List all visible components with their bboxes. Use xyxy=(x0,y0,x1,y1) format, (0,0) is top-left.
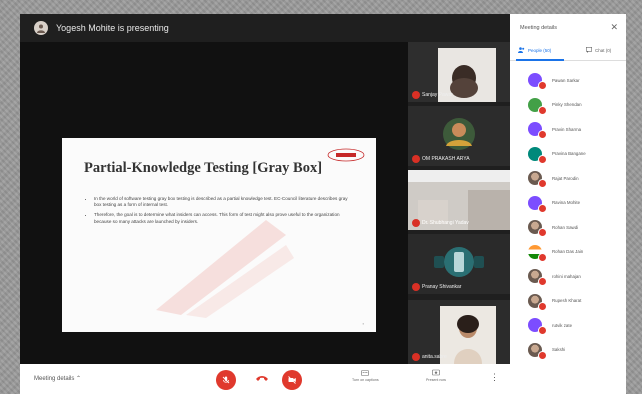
mic-off-icon xyxy=(538,326,547,335)
mic-off-icon xyxy=(222,376,230,384)
captions-label: Turn on captions xyxy=(352,378,379,382)
participant-tiles: Sanjay Pawar OM PRAKASH ARYA Dr. Shubhan… xyxy=(408,42,510,364)
mic-off-icon xyxy=(538,301,547,311)
presenter-avatar xyxy=(34,21,48,35)
list-item[interactable]: Pravina Bangane xyxy=(510,142,626,167)
list-item[interactable]: Pinky Shendan xyxy=(510,93,626,118)
slide-body: In the world of software testing gray bo… xyxy=(86,196,356,229)
participant-name: Pravina Bangane xyxy=(552,151,586,157)
mic-off-icon xyxy=(538,154,547,164)
captions-button[interactable]: Turn on captions xyxy=(352,369,379,382)
mic-off-icon xyxy=(538,179,547,188)
tile-name: Pranay Shivankar xyxy=(422,284,462,290)
mic-off-icon xyxy=(538,277,547,286)
participant-name: rutvik zate xyxy=(552,322,573,328)
presentation-stage: Partial-Knowledge Testing [Gray Box] In … xyxy=(20,42,408,364)
mic-off-icon xyxy=(538,81,547,90)
more-options-icon[interactable]: ⋮ xyxy=(490,372,499,383)
tile-name: Dr. Shubhangi Yadav xyxy=(422,220,469,226)
meeting-details-panel: Meeting details ✕ People (50) Chat (0) P… xyxy=(510,14,626,394)
tab-people-label: People (50) xyxy=(528,47,552,53)
present-now-button[interactable]: Present now xyxy=(426,369,446,382)
list-item[interactable]: Rohan Sawdi xyxy=(510,215,626,240)
mic-off-icon xyxy=(412,353,420,361)
captions-icon xyxy=(361,370,370,376)
mic-off-icon xyxy=(538,252,547,262)
mic-off-icon xyxy=(538,203,547,213)
mic-off-icon xyxy=(538,105,547,115)
tile-name: Sanjay Pawar xyxy=(422,92,453,98)
participant-name: Rupesh Kharat xyxy=(552,298,582,304)
tab-chat-label: Chat (0) xyxy=(595,47,612,53)
people-list: Pawan Sarkar Pinky Shendan Pravin Sharma… xyxy=(510,68,626,362)
presenting-text: Yogesh Mohite is presenting xyxy=(56,23,169,33)
participant-tile[interactable]: Pranay Shivankar xyxy=(408,234,510,294)
list-item[interactable]: Rajat Parodin xyxy=(510,166,626,191)
participant-name: Ravina Mohite xyxy=(552,200,581,206)
mic-off-icon xyxy=(538,350,547,360)
list-item[interactable]: Rupesh Kharat xyxy=(510,289,626,314)
chat-icon xyxy=(586,47,592,53)
present-icon xyxy=(432,369,440,376)
camera-toggle-button[interactable] xyxy=(282,370,302,390)
mic-off-icon xyxy=(412,283,420,291)
present-now-label: Present now xyxy=(426,378,446,382)
participant-name: Rohan Das Jain xyxy=(552,249,584,255)
participant-name: Sakshi xyxy=(552,347,566,353)
list-item[interactable]: Pawan Sarkar xyxy=(510,68,626,93)
mic-off-icon xyxy=(412,155,420,163)
presenting-banner: Yogesh Mohite is presenting xyxy=(20,14,524,42)
tab-people[interactable]: People (50) xyxy=(518,47,551,53)
list-item[interactable]: Sakshi xyxy=(510,338,626,363)
participant-tile[interactable]: Sanjay Pawar xyxy=(408,42,510,102)
list-item[interactable]: Rohan Das Jain xyxy=(510,240,626,265)
end-call-icon[interactable] xyxy=(255,373,269,383)
tile-name: OM PRAKASH ARYA xyxy=(422,156,470,162)
slide-bullet: Therefore, the goal is to determine what… xyxy=(94,212,356,224)
meeting-details-button[interactable]: Meeting details ⌃ xyxy=(34,375,81,382)
meet-window: Yogesh Mohite is presenting Partial-Know… xyxy=(20,14,626,394)
person-icon xyxy=(37,24,45,33)
list-item[interactable]: rutvik zate xyxy=(510,313,626,338)
mic-off-icon xyxy=(412,91,420,99)
bottom-control-bar: Meeting details ⌃ Turn on captions Prese… xyxy=(20,364,510,394)
shared-slide: Partial-Knowledge Testing [Gray Box] In … xyxy=(62,138,376,332)
list-item[interactable]: Ravina Mohite xyxy=(510,191,626,216)
mic-off-icon xyxy=(538,130,547,139)
participant-name: rohini mahajan xyxy=(552,273,581,279)
slide-bullet: In the world of software testing gray bo… xyxy=(94,196,356,208)
people-icon xyxy=(518,47,525,53)
participant-name: Pravin Sharma xyxy=(552,126,582,132)
close-icon[interactable]: ✕ xyxy=(610,22,618,33)
mic-toggle-button[interactable] xyxy=(216,370,236,390)
participant-name: Rajat Parodin xyxy=(552,175,579,181)
mic-off-icon xyxy=(538,228,547,237)
panel-title: Meeting details xyxy=(520,25,557,31)
participant-tile[interactable]: OM PRAKASH ARYA xyxy=(408,106,510,166)
participant-name: Pinky Shendan xyxy=(552,102,582,108)
slide-page-marker: ▪ xyxy=(362,321,364,326)
participant-tile[interactable]: Dr. Shubhangi Yadav xyxy=(408,170,510,230)
participant-name: Rohan Sawdi xyxy=(552,224,579,230)
slide-title: Partial-Knowledge Testing [Gray Box] xyxy=(84,160,323,176)
mic-off-icon xyxy=(412,219,420,227)
panel-tabs: People (50) Chat (0) xyxy=(510,44,626,61)
camera-off-icon xyxy=(288,376,296,384)
tile-name: anita.sabre xyxy=(422,354,447,360)
list-item[interactable]: rohini mahajan xyxy=(510,264,626,289)
active-tab-indicator xyxy=(516,59,564,61)
participant-name: Pawan Sarkar xyxy=(552,77,580,83)
tab-chat[interactable]: Chat (0) xyxy=(586,47,611,53)
list-item[interactable]: Pravin Sharma xyxy=(510,117,626,142)
participant-tile[interactable]: anita.sabre xyxy=(408,300,510,364)
